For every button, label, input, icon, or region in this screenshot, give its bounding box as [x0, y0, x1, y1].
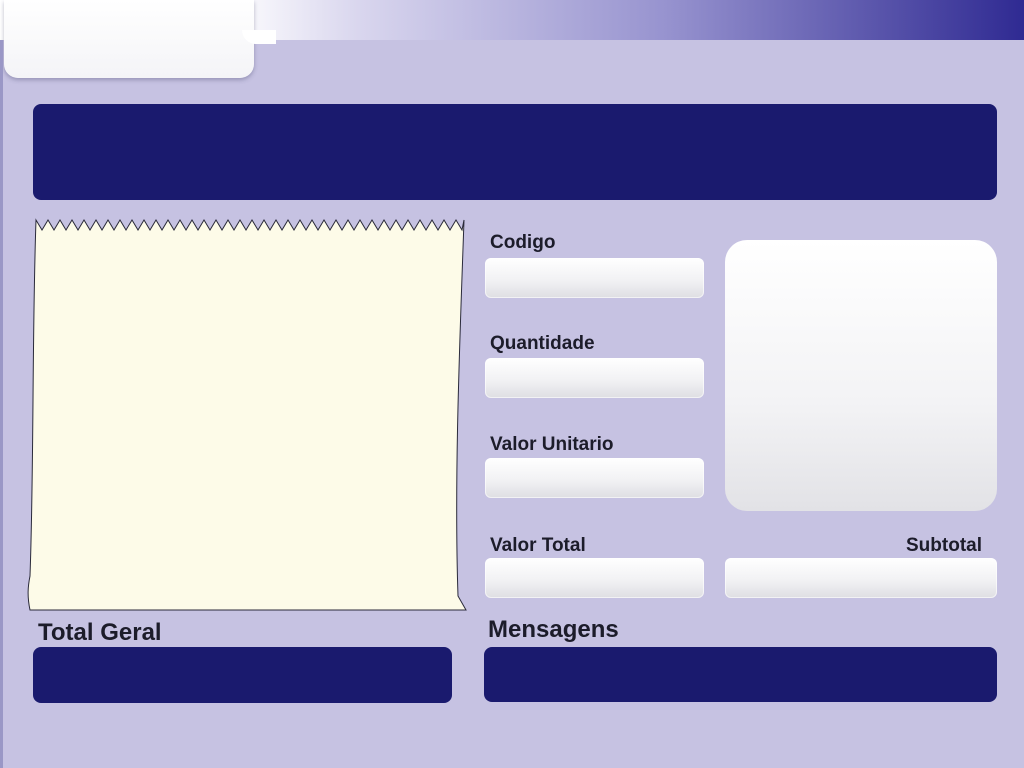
mensagens-label: Mensagens: [488, 616, 619, 643]
valor-unitario-label: Valor Unitario: [490, 434, 614, 455]
receipt-paper-shape: [27, 218, 467, 611]
subtotal-label: Subtotal: [906, 535, 982, 556]
valor-unitario-input[interactable]: [485, 458, 704, 498]
mensagens-display: [484, 647, 997, 702]
codigo-label: Codigo: [490, 232, 556, 253]
subtotal-input[interactable]: [725, 558, 997, 598]
left-edge: [0, 40, 3, 768]
valor-total-label: Valor Total: [490, 535, 586, 556]
top-tab: [4, 0, 276, 78]
quantidade-input[interactable]: [485, 358, 704, 398]
receipt-paper: [26, 216, 468, 614]
codigo-input[interactable]: [485, 258, 704, 298]
total-geral-display: [33, 647, 452, 703]
valor-total-input[interactable]: [485, 558, 704, 598]
total-geral-label: Total Geral: [38, 619, 162, 646]
quantidade-label: Quantidade: [490, 333, 595, 354]
header-panel: [33, 104, 997, 200]
product-image-box: [725, 240, 997, 511]
